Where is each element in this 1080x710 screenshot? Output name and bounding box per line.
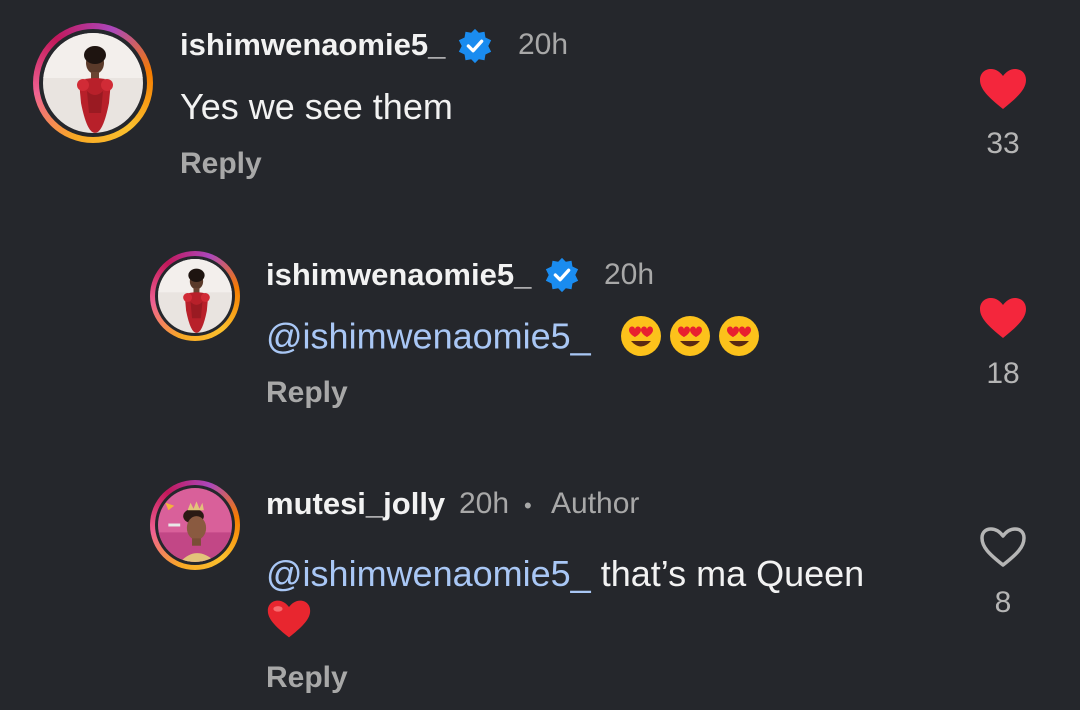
heart-eyes-emoji — [620, 316, 661, 357]
comment-username[interactable]: ishimwenaomie5_ — [180, 27, 445, 63]
comment-username[interactable]: mutesi_jolly — [266, 486, 445, 522]
avatar-story-ring[interactable] — [150, 251, 240, 341]
comment-time: 20h — [604, 258, 655, 291]
separator-dot: • — [524, 493, 532, 518]
red-heart-emoji — [267, 600, 311, 638]
avatar-story-ring[interactable] — [33, 23, 153, 143]
comment-text: @ishimwenaomie5_ — [266, 313, 766, 358]
like-count: 18 — [986, 357, 1020, 390]
comment-username[interactable]: ishimwenaomie5_ — [266, 257, 531, 293]
reply-button[interactable]: Reply — [266, 376, 348, 410]
heart-filled-icon[interactable] — [978, 296, 1028, 340]
comment-text-content: that’s ma Queen — [600, 553, 865, 594]
avatar-story-ring[interactable] — [150, 480, 240, 570]
like-count: 33 — [986, 127, 1020, 160]
like-count: 8 — [994, 586, 1012, 619]
reply-button[interactable]: Reply — [180, 147, 262, 181]
avatar — [43, 33, 143, 133]
mention-link[interactable]: @ishimwenaomie5_ — [266, 553, 591, 594]
comment-time: 20h — [459, 487, 510, 520]
mention-link[interactable]: @ishimwenaomie5_ — [266, 315, 591, 356]
avatar — [158, 488, 232, 562]
verified-badge-icon — [545, 257, 579, 293]
reply-button[interactable]: Reply — [266, 661, 348, 695]
heart-eyes-emoji — [718, 316, 759, 357]
avatar — [158, 259, 232, 333]
comment-text: Yes we see them — [180, 86, 453, 127]
heart-filled-icon[interactable] — [978, 67, 1028, 111]
comment-text: @ishimwenaomie5_ that’s ma Queen — [266, 553, 864, 595]
author-label: Author — [551, 487, 640, 520]
comment-time: 20h — [518, 28, 569, 61]
heart-outline-icon[interactable] — [978, 525, 1028, 569]
heart-eyes-emoji — [669, 316, 710, 357]
verified-badge-icon — [458, 28, 492, 64]
